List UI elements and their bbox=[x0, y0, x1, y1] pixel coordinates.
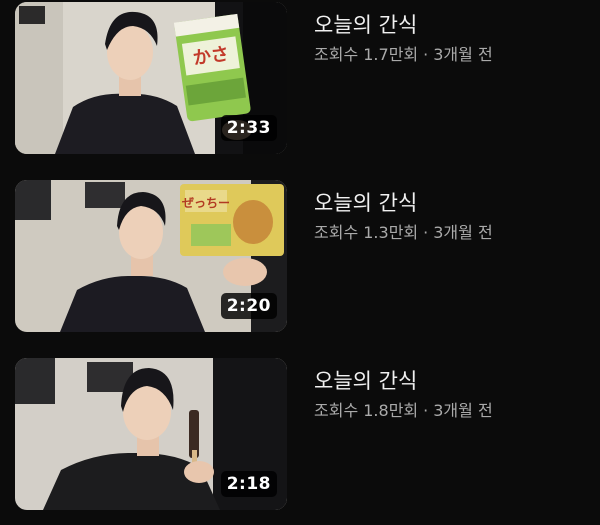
video-meta: 오늘의 간식 조회수 1.7만회 · 3개월 전 bbox=[314, 12, 584, 66]
video-stats: 조회수 1.7만회 · 3개월 전 bbox=[314, 44, 584, 66]
video-stats: 조회수 1.3만회 · 3개월 전 bbox=[314, 222, 584, 244]
video-title[interactable]: 오늘의 간식 bbox=[314, 12, 584, 38]
view-count: 조회수 1.7만회 bbox=[314, 45, 419, 64]
upload-age: 3개월 전 bbox=[433, 401, 493, 420]
video-item[interactable]: ぜっちー 2:20 오늘의 간식 조회수 1.3만회 · 3개월 전 bbox=[0, 180, 600, 340]
video-thumbnail[interactable]: かさ 2:33 bbox=[15, 2, 287, 154]
video-duration: 2:33 bbox=[220, 115, 277, 141]
video-thumbnail[interactable]: 2:18 bbox=[15, 358, 287, 510]
video-list: かさ 2:33 오늘의 간식 조회수 1.7만회 · 3개월 전 ぜっちー 2:… bbox=[0, 0, 600, 525]
upload-age: 3개월 전 bbox=[433, 45, 493, 64]
svg-text:ぜっちー: ぜっちー bbox=[182, 196, 230, 210]
video-item[interactable]: かさ 2:33 오늘의 간식 조회수 1.7만회 · 3개월 전 bbox=[0, 2, 600, 162]
video-title[interactable]: 오늘의 간식 bbox=[314, 190, 584, 216]
video-meta: 오늘의 간식 조회수 1.8만회 · 3개월 전 bbox=[314, 368, 584, 422]
video-duration: 2:20 bbox=[220, 293, 277, 319]
video-title[interactable]: 오늘의 간식 bbox=[314, 368, 584, 394]
video-duration: 2:18 bbox=[220, 471, 277, 497]
separator: · bbox=[423, 401, 429, 420]
view-count: 조회수 1.3만회 bbox=[314, 223, 419, 242]
video-thumbnail[interactable]: ぜっちー 2:20 bbox=[15, 180, 287, 332]
view-count: 조회수 1.8만회 bbox=[314, 401, 419, 420]
video-meta: 오늘의 간식 조회수 1.3만회 · 3개월 전 bbox=[314, 190, 584, 244]
upload-age: 3개월 전 bbox=[433, 223, 493, 242]
separator: · bbox=[423, 45, 429, 64]
video-stats: 조회수 1.8만회 · 3개월 전 bbox=[314, 400, 584, 422]
separator: · bbox=[423, 223, 429, 242]
video-item[interactable]: 2:18 오늘의 간식 조회수 1.8만회 · 3개월 전 bbox=[0, 358, 600, 518]
